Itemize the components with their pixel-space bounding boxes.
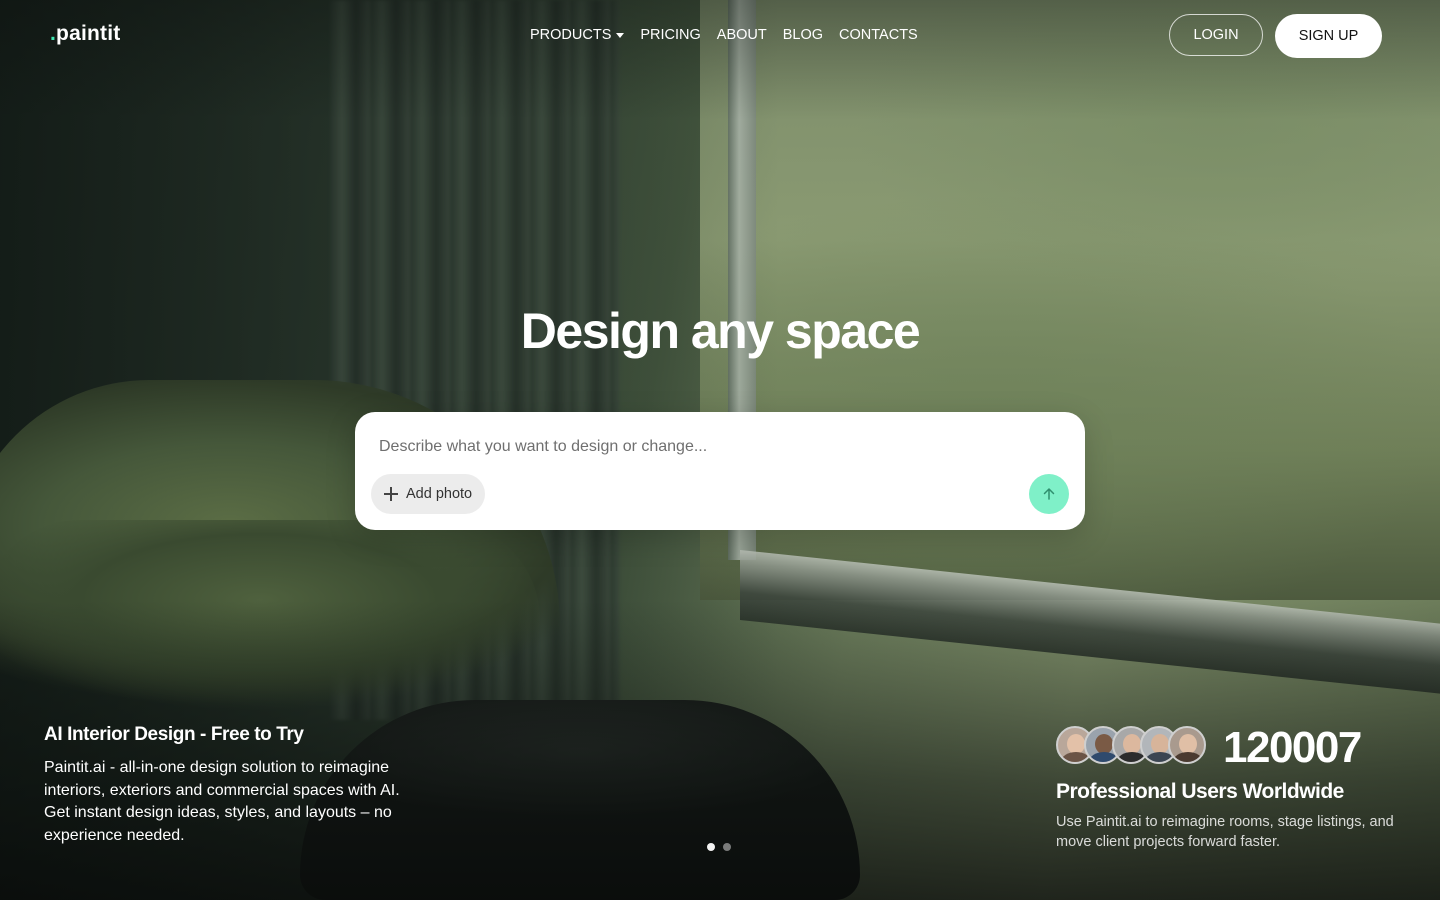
send-button[interactable] — [1029, 474, 1069, 514]
user-count: 120007 — [1223, 723, 1362, 772]
user-count-label: Professional Users Worldwide — [1056, 780, 1344, 803]
nav-item-label: ABOUT — [716, 27, 767, 43]
nav-item-label: CONTACTS — [839, 27, 918, 43]
main-nav: PRODUCTS PRICING ABOUT BLOG CONTACTS — [530, 27, 918, 43]
intro-block: AI Interior Design - Free to Try Paintit… — [44, 724, 424, 847]
nav-item-pricing[interactable]: PRICING — [640, 27, 700, 43]
page-title: Design any space — [520, 303, 921, 359]
site-header: .paintit PRODUCTS PRICING ABOUT BLOG CON… — [0, 0, 1440, 72]
nav-item-products[interactable]: PRODUCTS — [530, 27, 625, 43]
add-photo-button[interactable]: Add photo — [371, 474, 485, 514]
user-count-description: Use Paintit.ai to reimagine rooms, stage… — [1056, 814, 1394, 850]
nav-item-about[interactable]: ABOUT — [717, 27, 767, 43]
prompt-box: Add photo — [355, 412, 1085, 530]
add-photo-label: Add photo — [406, 486, 473, 502]
nav-item-label: BLOG — [782, 27, 824, 43]
carousel-dot-1[interactable] — [707, 843, 715, 851]
nav-item-label: PRICING — [640, 27, 701, 43]
intro-description: Paintit.ai - all-in-one design solution … — [44, 759, 400, 844]
prompt-input[interactable] — [377, 434, 1061, 460]
avatar-group — [1056, 726, 1216, 768]
plus-icon — [384, 487, 398, 501]
caret-down-icon — [616, 33, 625, 38]
logo-text: paintit — [56, 22, 121, 45]
carousel-dot-2[interactable] — [723, 843, 731, 851]
logo[interactable]: .paintit — [50, 22, 120, 46]
nav-item-label: PRODUCTS — [530, 27, 612, 43]
arrow-up-icon — [1043, 488, 1055, 500]
nav-item-contacts[interactable]: CONTACTS — [839, 27, 918, 43]
signup-button[interactable]: SIGN UP — [1275, 14, 1382, 58]
avatar — [1168, 726, 1206, 764]
intro-title: AI Interior Design - Free to Try — [44, 724, 304, 745]
login-button[interactable]: LOGIN — [1169, 14, 1263, 56]
nav-item-blog[interactable]: BLOG — [783, 27, 823, 43]
hero-section: .paintit PRODUCTS PRICING ABOUT BLOG CON… — [0, 0, 1440, 900]
carousel-dots — [707, 843, 731, 851]
